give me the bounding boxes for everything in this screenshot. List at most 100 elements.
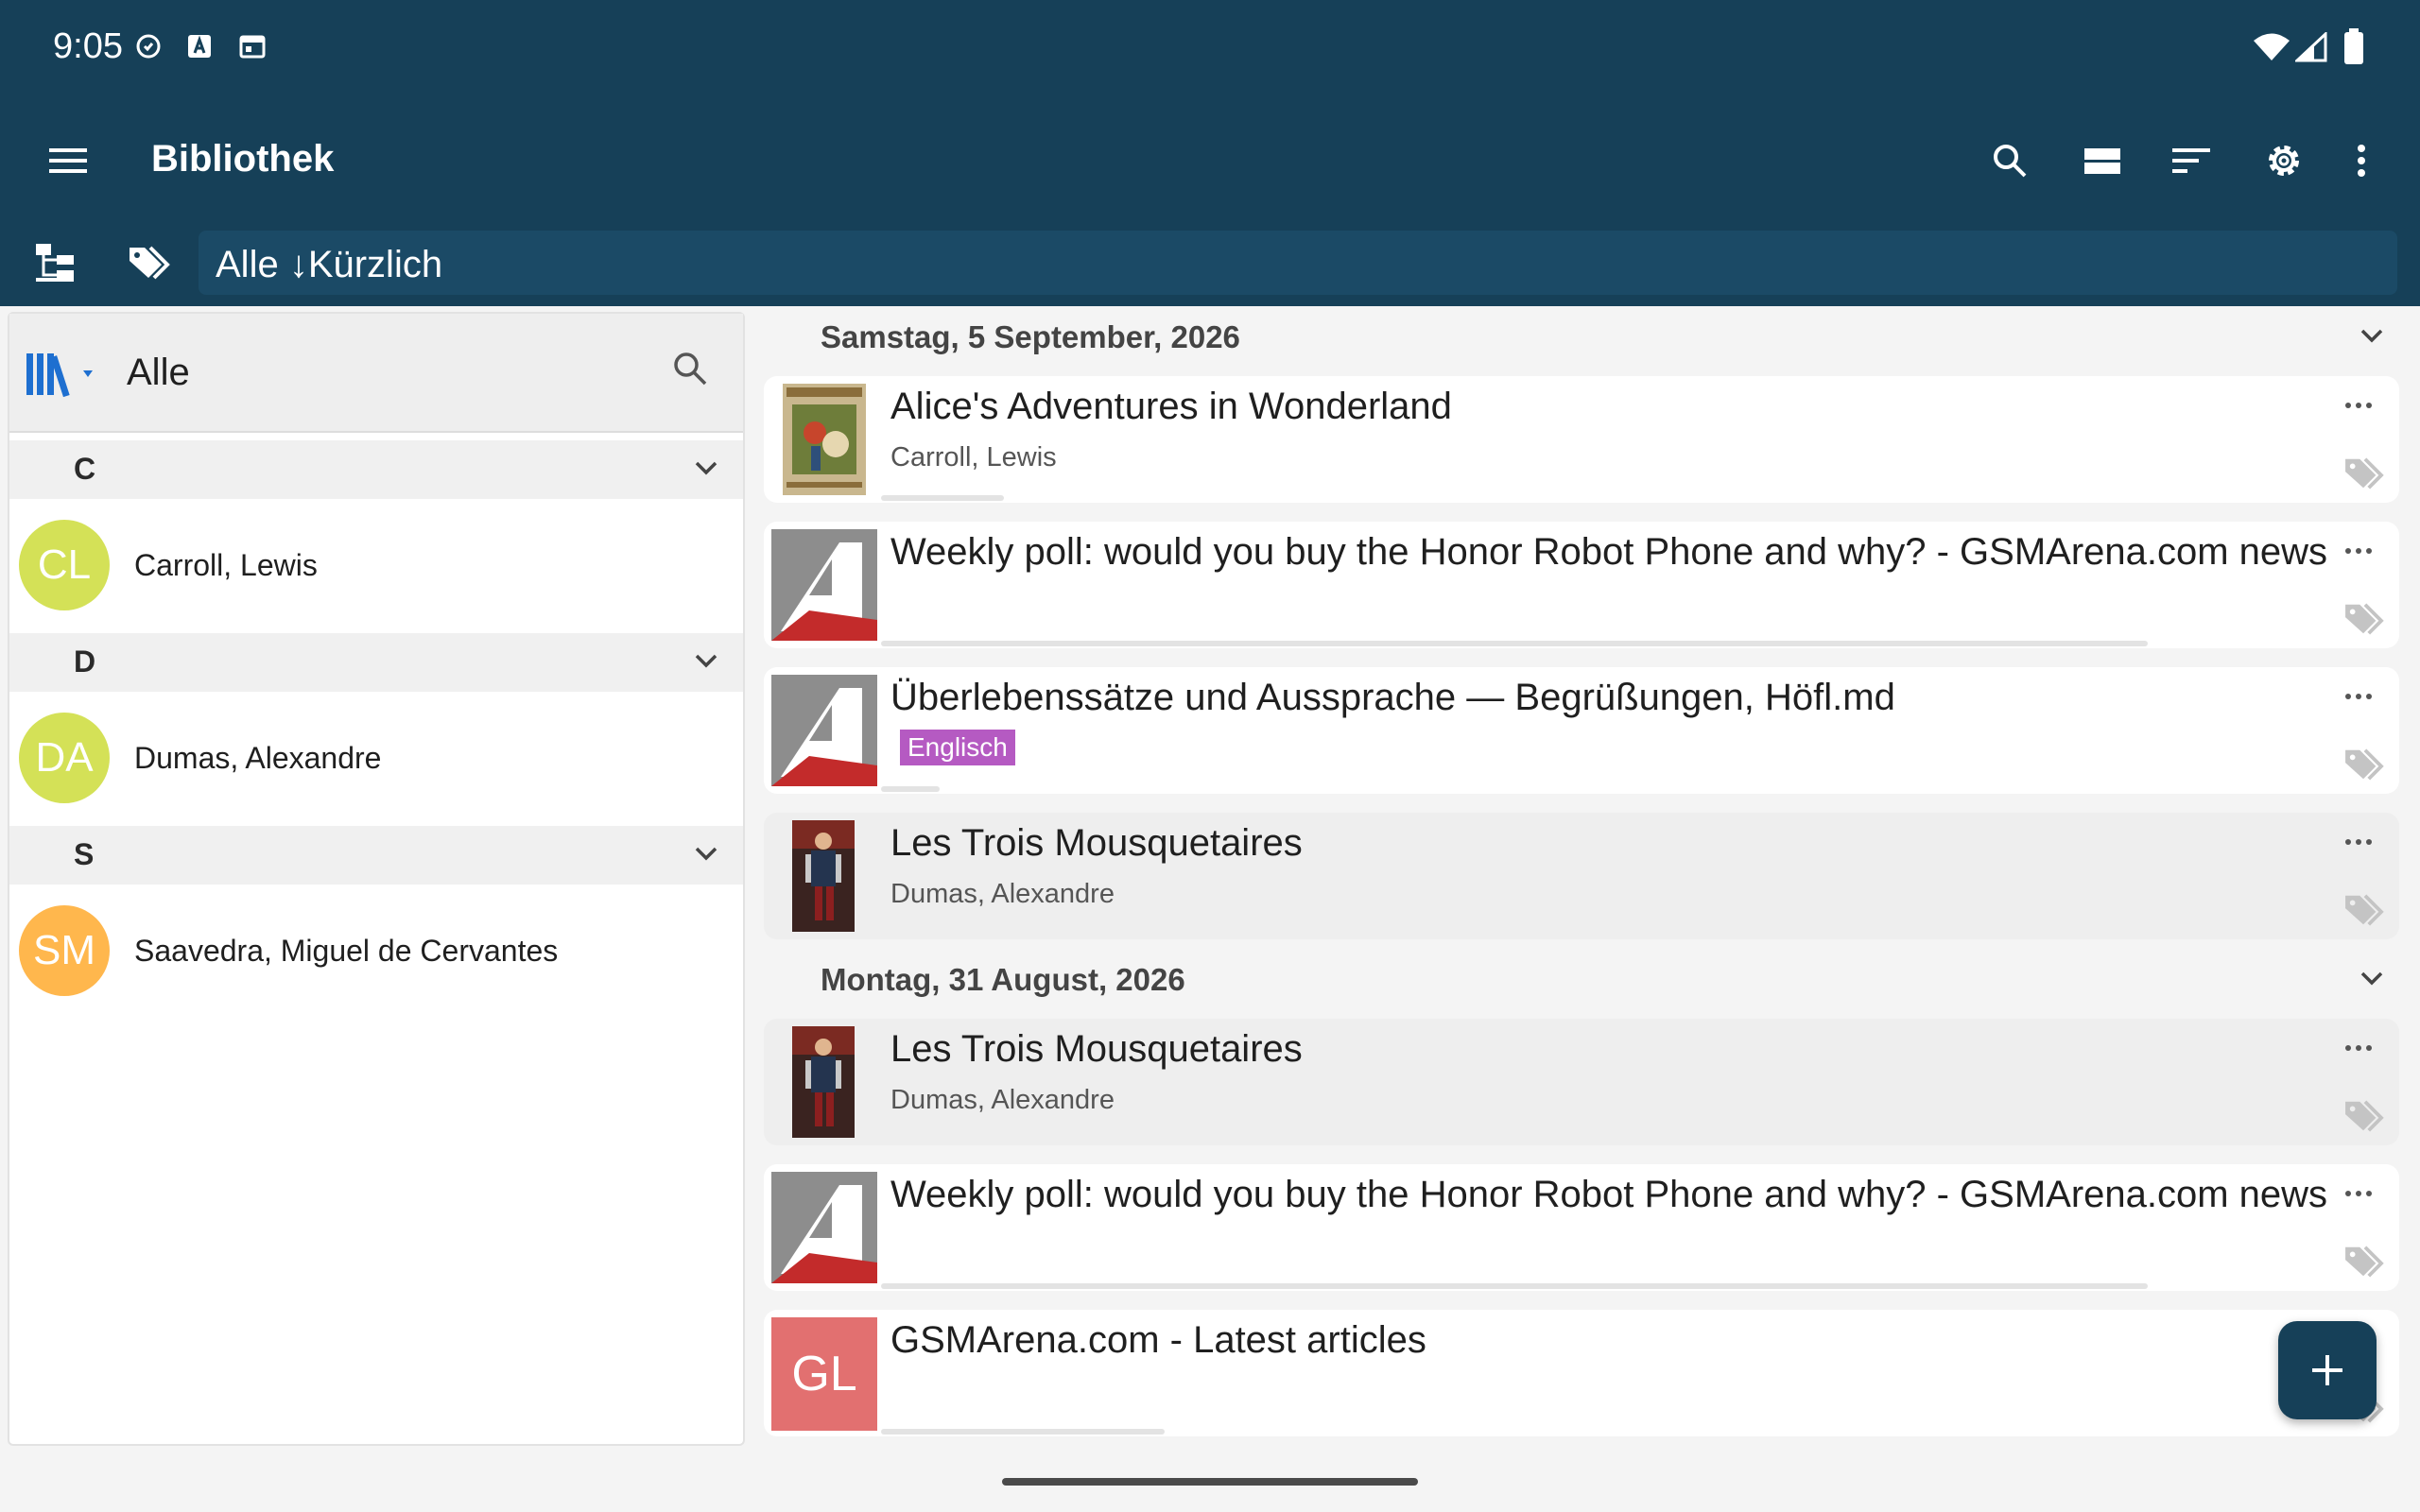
gear-icon [2269, 146, 2299, 176]
author-name: Saavedra, Miguel de Cervantes [134, 934, 559, 968]
overflow-menu-button[interactable] [2331, 130, 2392, 191]
language-tag[interactable]: Englisch [900, 730, 1015, 765]
tag-button[interactable] [2342, 747, 2390, 784]
filter-bar: Alle ↓Kürzlich [0, 227, 2420, 306]
more-horiz-icon [2345, 1045, 2372, 1051]
author-row-carroll[interactable]: CL Carroll, Lewis [9, 499, 743, 631]
item-title: Alice's Adventures in Wonderland [890, 386, 1452, 427]
list-item[interactable]: Les Trois Mousquetaires Dumas, Alexandre [764, 813, 2399, 939]
tags-icon [2345, 603, 2384, 635]
list-item[interactable]: Weekly poll: would you buy the Honor Rob… [764, 522, 2399, 648]
recent-list: Samstag, 5 September, 2026 Alice's Adven… [764, 312, 2399, 1493]
initials-thumbnail: GL [771, 1317, 877, 1431]
author-search-bar[interactable]: Alle [9, 314, 743, 433]
list-item[interactable]: Les Trois Mousquetaires Dumas, Alexandre [764, 1019, 2399, 1145]
view-mode-button[interactable] [2072, 130, 2133, 191]
tags-icon [130, 246, 170, 280]
group-letter: D [74, 644, 96, 679]
group-header-c[interactable]: C [9, 440, 743, 499]
signal-icon [2295, 32, 2327, 62]
more-button[interactable] [2335, 537, 2382, 565]
list-item[interactable]: GL GSMArena.com - Latest articles [764, 1310, 2399, 1436]
book-cover-musketeer [792, 1026, 855, 1138]
tags-icon [2345, 1246, 2384, 1278]
tags-icon [2345, 748, 2384, 781]
chevron-down-icon [695, 847, 717, 861]
date-header[interactable]: Samstag, 5 September, 2026 [764, 312, 2399, 372]
item-author: Carroll, Lewis [890, 442, 1057, 472]
item-author: Dumas, Alexandre [890, 1085, 1115, 1115]
item-title: Weekly poll: would you buy the Honor Rob… [890, 531, 2328, 573]
view-list-icon [2084, 148, 2120, 174]
search-button[interactable] [1979, 130, 2040, 191]
settings-button[interactable] [2254, 130, 2314, 191]
status-bar: 9:05 [0, 0, 2420, 94]
item-title: Weekly poll: would you buy the Honor Rob… [890, 1174, 2328, 1215]
menu-button[interactable] [38, 130, 98, 191]
date-header[interactable]: Montag, 31 August, 2026 [764, 954, 2399, 1015]
tags-icon [2345, 894, 2384, 926]
filter-label: Alle ↓Kürzlich [216, 244, 443, 285]
more-horiz-icon [2345, 403, 2372, 408]
assistant-icon [136, 34, 161, 59]
more-horiz-icon [2345, 694, 2372, 699]
search-icon [674, 352, 707, 386]
reading-progress [881, 786, 940, 792]
tree-structure-icon [36, 244, 74, 282]
status-time: 9:05 [53, 26, 123, 66]
library-selector[interactable] [25, 350, 100, 401]
author-search-button[interactable] [671, 350, 718, 397]
text-a-icon [188, 35, 211, 58]
sort-icon [2172, 148, 2210, 173]
more-horiz-icon [2345, 548, 2372, 554]
battery-icon [2344, 28, 2363, 64]
date-label: Montag, 31 August, 2026 [821, 962, 1185, 997]
author-search-input[interactable]: Alle [127, 352, 190, 394]
app-bar: Bibliothek [0, 104, 2420, 217]
list-item[interactable]: Überlebenssätze und Aussprache — Begrüßu… [764, 667, 2399, 794]
author-row-saavedra[interactable]: SM Saavedra, Miguel de Cervantes [9, 885, 743, 1017]
more-button[interactable] [2335, 682, 2382, 711]
tags-icon [2345, 1100, 2384, 1132]
top-app-chrome: 9:05 Bibliothek Alle ↓Kürzlich [0, 0, 2420, 306]
more-button[interactable] [2335, 391, 2382, 420]
reading-progress [881, 641, 2148, 646]
gsmarena-logo-icon [771, 529, 877, 641]
reading-progress [881, 1283, 2148, 1289]
group-letter: S [74, 837, 95, 871]
list-item[interactable]: Alice's Adventures in Wonderland Carroll… [764, 376, 2399, 503]
item-title: Les Trois Mousquetaires [890, 1028, 1303, 1070]
list-item[interactable]: Weekly poll: would you buy the Honor Rob… [764, 1164, 2399, 1291]
filter-field[interactable]: Alle ↓Kürzlich [199, 231, 2397, 295]
more-button[interactable] [2335, 1179, 2382, 1208]
date-label: Samstag, 5 September, 2026 [821, 319, 1240, 354]
more-button[interactable] [2335, 828, 2382, 856]
gesture-nav-handle[interactable] [1002, 1478, 1418, 1486]
tag-button[interactable] [2342, 1244, 2390, 1281]
page-title: Bibliothek [151, 138, 335, 180]
reading-progress [881, 1429, 1165, 1435]
group-header-s[interactable]: S [9, 826, 743, 885]
wifi-icon [2254, 33, 2290, 60]
chevron-down-icon [2360, 329, 2383, 343]
more-button[interactable] [2335, 1034, 2382, 1062]
hierarchy-button[interactable] [25, 232, 85, 293]
author-row-dumas[interactable]: DA Dumas, Alexandre [9, 692, 743, 824]
tags-icon [2345, 457, 2384, 490]
avatar: SM [19, 905, 110, 996]
author-name: Carroll, Lewis [134, 548, 318, 582]
item-title: Überlebenssätze und Aussprache — Begrüßu… [890, 677, 1895, 718]
more-horiz-icon [2345, 1191, 2372, 1196]
add-button[interactable] [2278, 1321, 2377, 1419]
tag-button[interactable] [2342, 455, 2390, 493]
group-header-d[interactable]: D [9, 633, 743, 692]
tags-button[interactable] [119, 232, 180, 293]
tag-button[interactable] [2342, 601, 2390, 639]
tag-button[interactable] [2342, 892, 2390, 930]
sort-button[interactable] [2161, 130, 2221, 191]
author-name: Dumas, Alexandre [134, 741, 382, 775]
chevron-down-icon [2360, 971, 2383, 986]
more-horiz-icon [2345, 839, 2372, 845]
more-vert-icon [2358, 145, 2365, 177]
tag-button[interactable] [2342, 1098, 2390, 1136]
